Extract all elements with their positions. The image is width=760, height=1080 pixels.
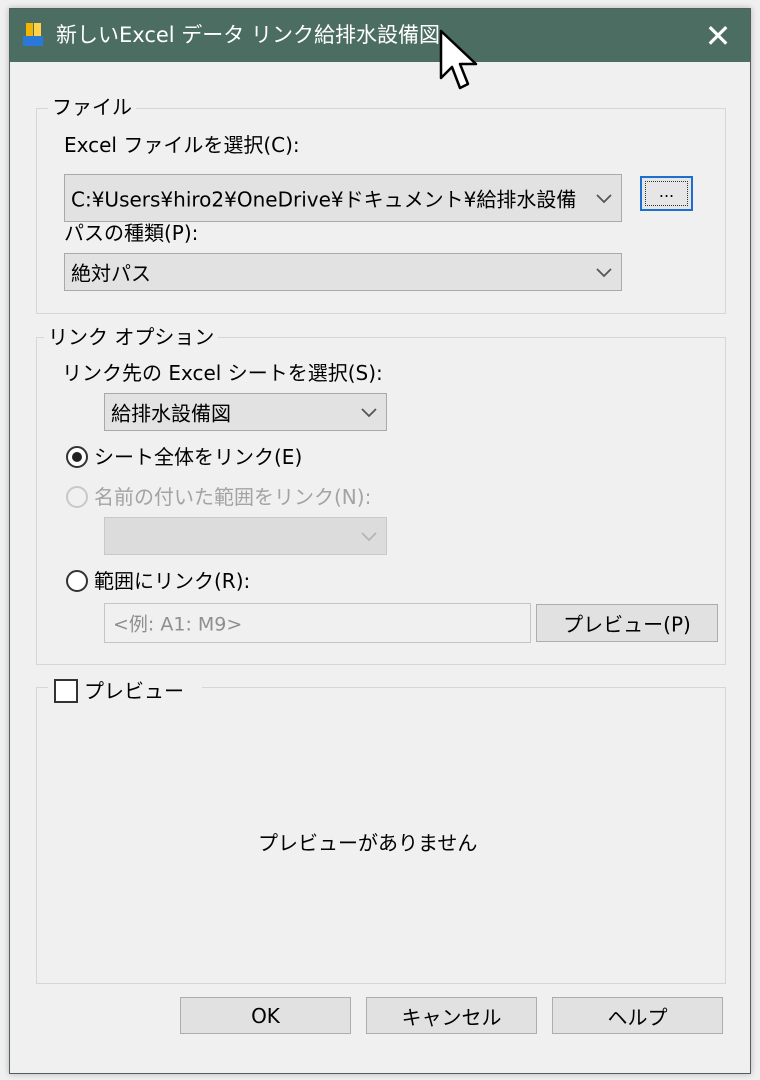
radio-named-range[interactable] bbox=[66, 486, 88, 508]
range-placeholder: <例: A1: M9> bbox=[113, 613, 243, 636]
path-type-label: パスの種類(P): bbox=[64, 221, 199, 245]
cancel-label: キャンセル bbox=[401, 1005, 502, 1029]
sheet-value: 給排水設備図 bbox=[111, 401, 231, 426]
path-type-value: 絶対パス bbox=[71, 261, 151, 286]
link-range-label[interactable]: 範囲にリンク(R): bbox=[94, 569, 250, 593]
ok-button[interactable]: OK bbox=[180, 997, 351, 1034]
radio-entire-sheet[interactable] bbox=[66, 446, 88, 468]
mouse-pointer-icon bbox=[439, 29, 478, 90]
window-title: 新しいExcel データ リンク給排水設備図 bbox=[56, 23, 440, 47]
sheet-combo[interactable]: 給排水設備図 bbox=[104, 393, 387, 431]
browse-button[interactable]: ... bbox=[640, 176, 693, 211]
chevron-down-icon bbox=[596, 194, 612, 204]
chevron-down-icon bbox=[596, 268, 612, 278]
help-button[interactable]: ヘルプ bbox=[552, 997, 723, 1034]
file-group-title: ファイル bbox=[48, 95, 136, 119]
chevron-down-icon bbox=[361, 532, 377, 542]
app-icon bbox=[23, 23, 45, 47]
close-button[interactable]: ✕ bbox=[686, 9, 750, 62]
sheet-select-label: リンク先の Excel シートを選択(S): bbox=[62, 361, 383, 385]
preview-checkbox[interactable] bbox=[54, 679, 78, 703]
cancel-button[interactable]: キャンセル bbox=[366, 997, 537, 1034]
radio-link-range[interactable] bbox=[66, 570, 88, 592]
chevron-down-icon bbox=[361, 408, 377, 418]
preview-checkbox-label[interactable]: プレビュー bbox=[84, 679, 184, 703]
named-range-label[interactable]: 名前の付いた範囲をリンク(N): bbox=[94, 485, 371, 509]
excel-file-path: C:¥Users¥hiro2¥OneDrive¥ドキュメント¥給排水設備 bbox=[71, 187, 577, 212]
help-label: ヘルプ bbox=[607, 1005, 668, 1029]
link-options-title: リンク オプション bbox=[44, 325, 219, 349]
range-preview-label: プレビュー(P) bbox=[563, 612, 691, 637]
named-range-combo[interactable] bbox=[104, 517, 387, 555]
excel-file-label: Excel ファイルを選択(C): bbox=[64, 133, 300, 157]
entire-sheet-label[interactable]: シート全体をリンク(E) bbox=[94, 445, 302, 469]
range-input[interactable]: <例: A1: M9> bbox=[104, 603, 531, 643]
range-preview-button[interactable]: プレビュー(P) bbox=[536, 604, 718, 642]
excel-file-combo[interactable]: C:¥Users¥hiro2¥OneDrive¥ドキュメント¥給排水設備 bbox=[64, 174, 622, 222]
ok-label: OK bbox=[251, 1003, 280, 1028]
title-bar[interactable]: 新しいExcel データ リンク給排水設備図 ✕ bbox=[10, 9, 750, 62]
excel-data-link-dialog: 新しいExcel データ リンク給排水設備図 ✕ ファイル Excel ファイル… bbox=[9, 8, 751, 1074]
preview-empty-message: プレビューがありません bbox=[258, 831, 478, 855]
path-type-combo[interactable]: 絶対パス bbox=[64, 253, 622, 291]
